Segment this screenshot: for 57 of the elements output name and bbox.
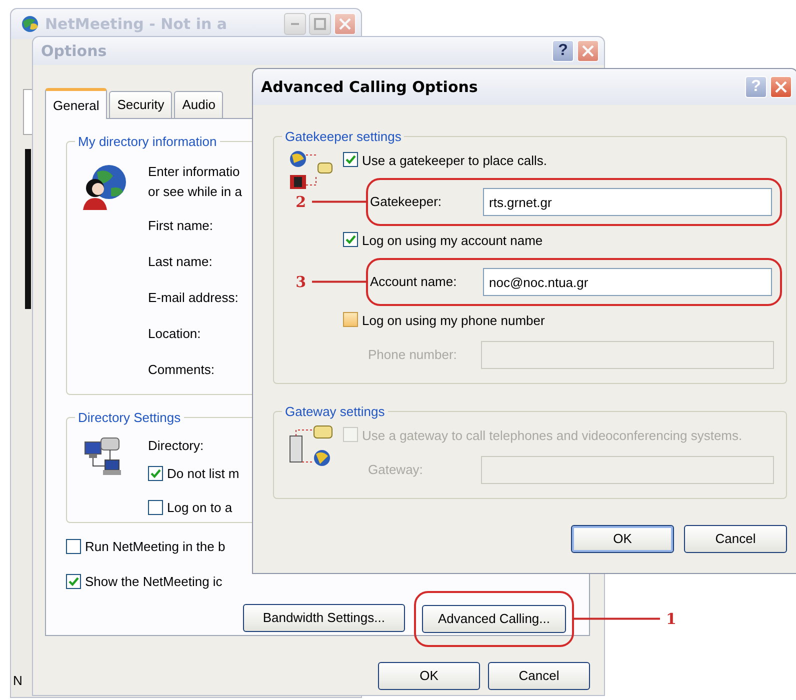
close-icon: [339, 18, 351, 30]
checkbox[interactable]: [343, 312, 358, 327]
button[interactable]: Advanced Calling...: [422, 604, 566, 632]
window-title: NetMeeting - Not in a: [45, 14, 227, 35]
field-label: First name:: [148, 216, 214, 234]
checkbox-label[interactable]: Show the NetMeeting ic: [85, 572, 222, 592]
checkbox-label[interactable]: Log on using my phone number: [362, 312, 545, 329]
button[interactable]: OK: [378, 662, 480, 690]
close-button[interactable]: [577, 40, 599, 62]
annotation-number: 3: [296, 272, 306, 293]
window-title: Advanced Calling Options: [261, 76, 478, 98]
intro-text: Enter informatio: [148, 162, 241, 180]
button[interactable]: OK: [571, 525, 674, 553]
annotation-number: 1: [666, 608, 676, 630]
close-button[interactable]: [770, 76, 792, 98]
field-label: Account name:: [370, 273, 458, 292]
button[interactable]: Bandwidth Settings...: [242, 604, 405, 632]
input-field[interactable]: rts.grnet.gr: [483, 188, 772, 216]
field-label: Directory:: [148, 436, 205, 455]
button[interactable]: Cancel: [488, 662, 590, 690]
maximize-button[interactable]: [309, 13, 331, 35]
computer-network-icon: [83, 436, 123, 478]
close-icon: [775, 81, 787, 93]
checkbox-label[interactable]: Do not list m: [167, 464, 240, 484]
checkbox-label[interactable]: Use a gatekeeper to place calls.: [362, 152, 547, 169]
input-field[interactable]: noc@noc.ntua.gr: [483, 268, 772, 296]
field-label: Comments:: [148, 360, 216, 378]
checkbox[interactable]: [148, 500, 163, 515]
minimize-button[interactable]: [284, 13, 306, 35]
intro-text: or see while in a: [148, 182, 242, 200]
tab[interactable]: General: [45, 88, 108, 118]
globe-icon: [19, 14, 41, 34]
checkbox-label[interactable]: Log on to a: [167, 498, 232, 517]
field-label: Gatekeeper:: [370, 193, 443, 212]
close-button[interactable]: [334, 13, 356, 35]
field-label: Gateway:: [368, 461, 424, 480]
window-title: Options: [41, 40, 107, 62]
checkbox-label[interactable]: Run NetMeeting in the b: [85, 536, 226, 556]
annotation-number: 2: [296, 192, 306, 213]
status-text: N: [13, 672, 22, 690]
field-label: E-mail address:: [148, 288, 240, 306]
tab[interactable]: Audio: [174, 91, 224, 118]
button[interactable]: Cancel: [684, 525, 787, 553]
maximize-icon: [314, 18, 326, 30]
tab[interactable]: Security: [109, 91, 172, 118]
close-icon: [582, 45, 594, 57]
help-button[interactable]: ?: [552, 40, 574, 62]
checkbox[interactable]: [148, 466, 163, 482]
field-label: Location:: [148, 324, 202, 342]
checkbox[interactable]: [343, 232, 358, 247]
minimize-icon: [291, 23, 299, 25]
field-label: Phone number:: [368, 346, 458, 364]
field-label: Last name:: [148, 252, 214, 270]
checkbox[interactable]: [343, 152, 358, 167]
checkbox[interactable]: [66, 574, 81, 590]
checkbox[interactable]: [66, 538, 81, 554]
checkbox-label[interactable]: Log on using my account name: [362, 232, 543, 249]
